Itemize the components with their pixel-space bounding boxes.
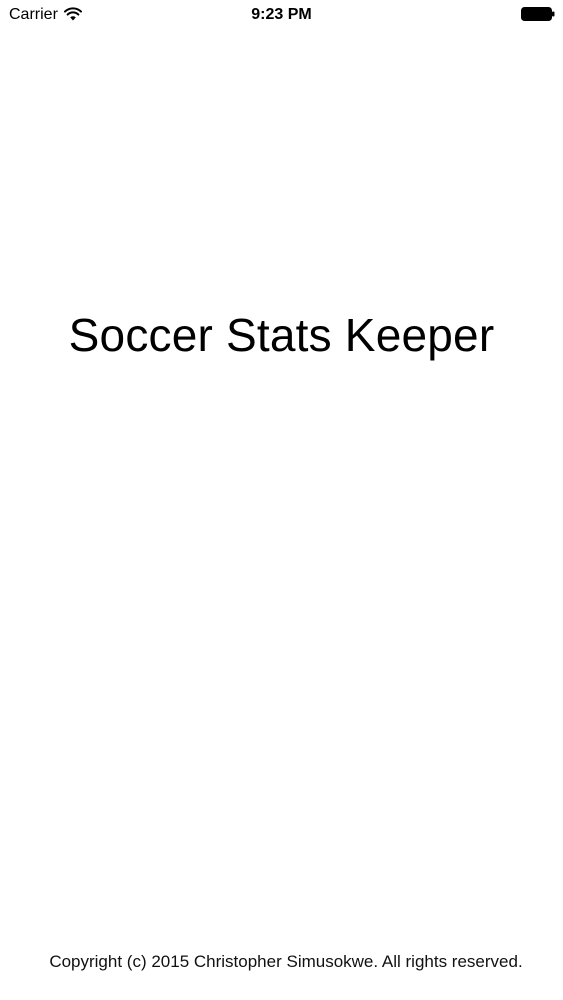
copyright-text: Copyright (c) 2015 Christopher Simusokwe… <box>49 952 523 971</box>
status-bar: Carrier 9:23 PM <box>0 0 563 30</box>
battery-icon <box>521 7 555 21</box>
status-time: 9:23 PM <box>251 6 312 23</box>
app-title: Soccer Stats Keeper <box>68 309 495 361</box>
